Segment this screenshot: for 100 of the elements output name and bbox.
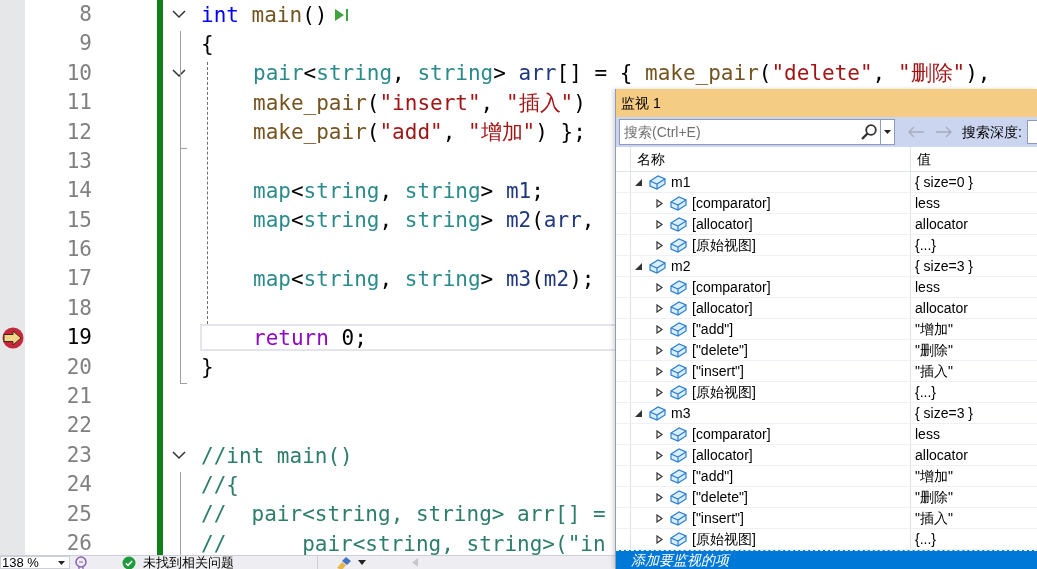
variable-name[interactable]: ["add"] xyxy=(692,318,734,340)
collapsed-triangle-icon[interactable] xyxy=(655,450,664,460)
variable-name[interactable]: ["insert"] xyxy=(692,507,744,529)
field-icon xyxy=(669,194,688,212)
variable-name[interactable]: [allocator] xyxy=(692,213,753,235)
collapsed-triangle-icon[interactable] xyxy=(655,282,664,292)
variable-name[interactable]: [原始视图] xyxy=(692,528,756,550)
collapsed-triangle-icon[interactable] xyxy=(655,219,664,229)
line-number: 12 xyxy=(65,118,92,146)
code-line: pair<string, string> arr[] = { make_pair("delete", "删除"), xyxy=(253,64,991,83)
collapsed-triangle-icon[interactable] xyxy=(655,513,664,523)
collapse-chevron-icon[interactable] xyxy=(172,68,186,78)
search-box[interactable]: 搜索(Ctrl+E) xyxy=(619,119,895,145)
code-line: // pair<string, string>("in xyxy=(201,534,606,553)
field-icon xyxy=(669,215,688,233)
field-icon xyxy=(669,236,688,254)
collapsed-triangle-icon[interactable] xyxy=(655,534,664,544)
line-number: 26 xyxy=(65,530,92,555)
column-header[interactable]: 名称 xyxy=(637,148,665,170)
field-icon xyxy=(648,404,667,422)
field-icon xyxy=(669,509,688,527)
intellicode-icon[interactable] xyxy=(74,555,88,569)
collapsed-triangle-icon[interactable] xyxy=(655,387,664,397)
variable-value: less xyxy=(915,277,940,297)
variable-name[interactable]: [allocator] xyxy=(692,444,753,466)
collapsed-triangle-icon[interactable] xyxy=(655,492,664,502)
search-icon[interactable] xyxy=(860,123,878,141)
collapsed-triangle-icon[interactable] xyxy=(655,324,664,334)
line-number: 23 xyxy=(65,441,92,469)
field-icon xyxy=(669,341,688,359)
variable-value: "插入" xyxy=(915,508,953,528)
collapse-chevron-icon[interactable] xyxy=(172,451,186,461)
search-field[interactable]: 搜索(Ctrl+E) xyxy=(620,120,860,144)
variable-value: { size=0 } xyxy=(915,172,973,192)
variable-name[interactable]: [原始视图] xyxy=(692,381,756,403)
field-icon xyxy=(669,320,688,338)
variable-name[interactable]: ["insert"] xyxy=(692,360,744,382)
variable-name[interactable]: m2 xyxy=(671,255,691,277)
line-number: 20 xyxy=(65,353,92,381)
dropdown-caret-icon[interactable] xyxy=(358,560,366,565)
collapsed-triangle-icon[interactable] xyxy=(655,303,664,313)
variable-name[interactable]: [原始视图] xyxy=(692,234,756,256)
collapsed-triangle-icon[interactable] xyxy=(655,240,664,250)
variable-value: { size=3 } xyxy=(915,403,973,423)
code-line: //int main() xyxy=(201,446,353,465)
line-number: 21 xyxy=(65,383,92,411)
variable-value: { size=3 } xyxy=(915,256,973,276)
line-number: 13 xyxy=(65,147,92,175)
variable-value: "增加" xyxy=(915,466,953,486)
variable-name[interactable]: [comparator] xyxy=(692,276,771,298)
code-line: map<string, string> m2(arr, xyxy=(253,211,595,230)
collapsed-triangle-icon[interactable] xyxy=(655,366,664,376)
variable-name[interactable]: ["delete"] xyxy=(692,339,748,361)
line-number: 24 xyxy=(65,471,92,499)
code-line: map<string, string> m3(m2); xyxy=(253,270,595,289)
collapsed-triangle-icon[interactable] xyxy=(655,198,664,208)
expanded-triangle-icon[interactable] xyxy=(634,408,643,418)
code-line: map<string, string> m1; xyxy=(253,182,544,201)
variable-value: "删除" xyxy=(915,340,953,360)
variable-value: {...} xyxy=(915,382,937,402)
variable-value: allocator xyxy=(915,298,968,318)
line-number: 14 xyxy=(65,177,92,205)
field-icon xyxy=(669,362,688,380)
dropdown-caret-icon[interactable] xyxy=(884,130,891,134)
field-icon xyxy=(669,446,688,464)
field-icon xyxy=(669,383,688,401)
field-icon xyxy=(669,278,688,296)
variable-name[interactable]: [comparator] xyxy=(692,192,771,214)
variable-name[interactable]: ["add"] xyxy=(692,465,734,487)
code-line: make_pair("add", "增加") }; xyxy=(253,123,586,142)
zoom-combo[interactable]: 138 % xyxy=(0,556,70,569)
variable-name[interactable]: m1 xyxy=(671,172,691,193)
collapse-chevron-icon[interactable] xyxy=(172,10,186,20)
variable-name[interactable]: ["delete"] xyxy=(692,486,748,508)
field-icon xyxy=(669,530,688,548)
field-icon xyxy=(669,467,688,485)
collapsed-triangle-icon[interactable] xyxy=(655,471,664,481)
line-number: 8 xyxy=(78,0,92,28)
expanded-triangle-icon[interactable] xyxy=(634,261,643,271)
variable-value: "删除" xyxy=(915,487,953,507)
field-icon xyxy=(669,425,688,443)
issues-status[interactable]: 未找到相关问题 xyxy=(143,552,234,569)
expanded-triangle-icon[interactable] xyxy=(634,177,643,187)
collapsed-triangle-icon[interactable] xyxy=(655,345,664,355)
collapsed-triangle-icon[interactable] xyxy=(655,429,664,439)
field-icon xyxy=(669,488,688,506)
line-number: 19 xyxy=(65,324,92,352)
code-line: } xyxy=(201,358,214,377)
column-header[interactable]: 值 xyxy=(917,148,931,170)
dropdown-caret-icon[interactable] xyxy=(58,560,65,565)
search-depth-label: 搜索深度: xyxy=(962,122,1022,142)
cleanup-brush-icon[interactable] xyxy=(336,555,354,569)
line-number: 25 xyxy=(65,500,92,528)
variable-value: "插入" xyxy=(915,361,953,381)
search-depth-field[interactable] xyxy=(1026,120,1037,144)
variable-name[interactable]: [allocator] xyxy=(692,297,753,319)
variable-name[interactable]: [comparator] xyxy=(692,423,771,445)
line-number: 16 xyxy=(65,236,92,264)
variable-value: {...} xyxy=(915,235,937,255)
variable-name[interactable]: m3 xyxy=(671,402,691,424)
